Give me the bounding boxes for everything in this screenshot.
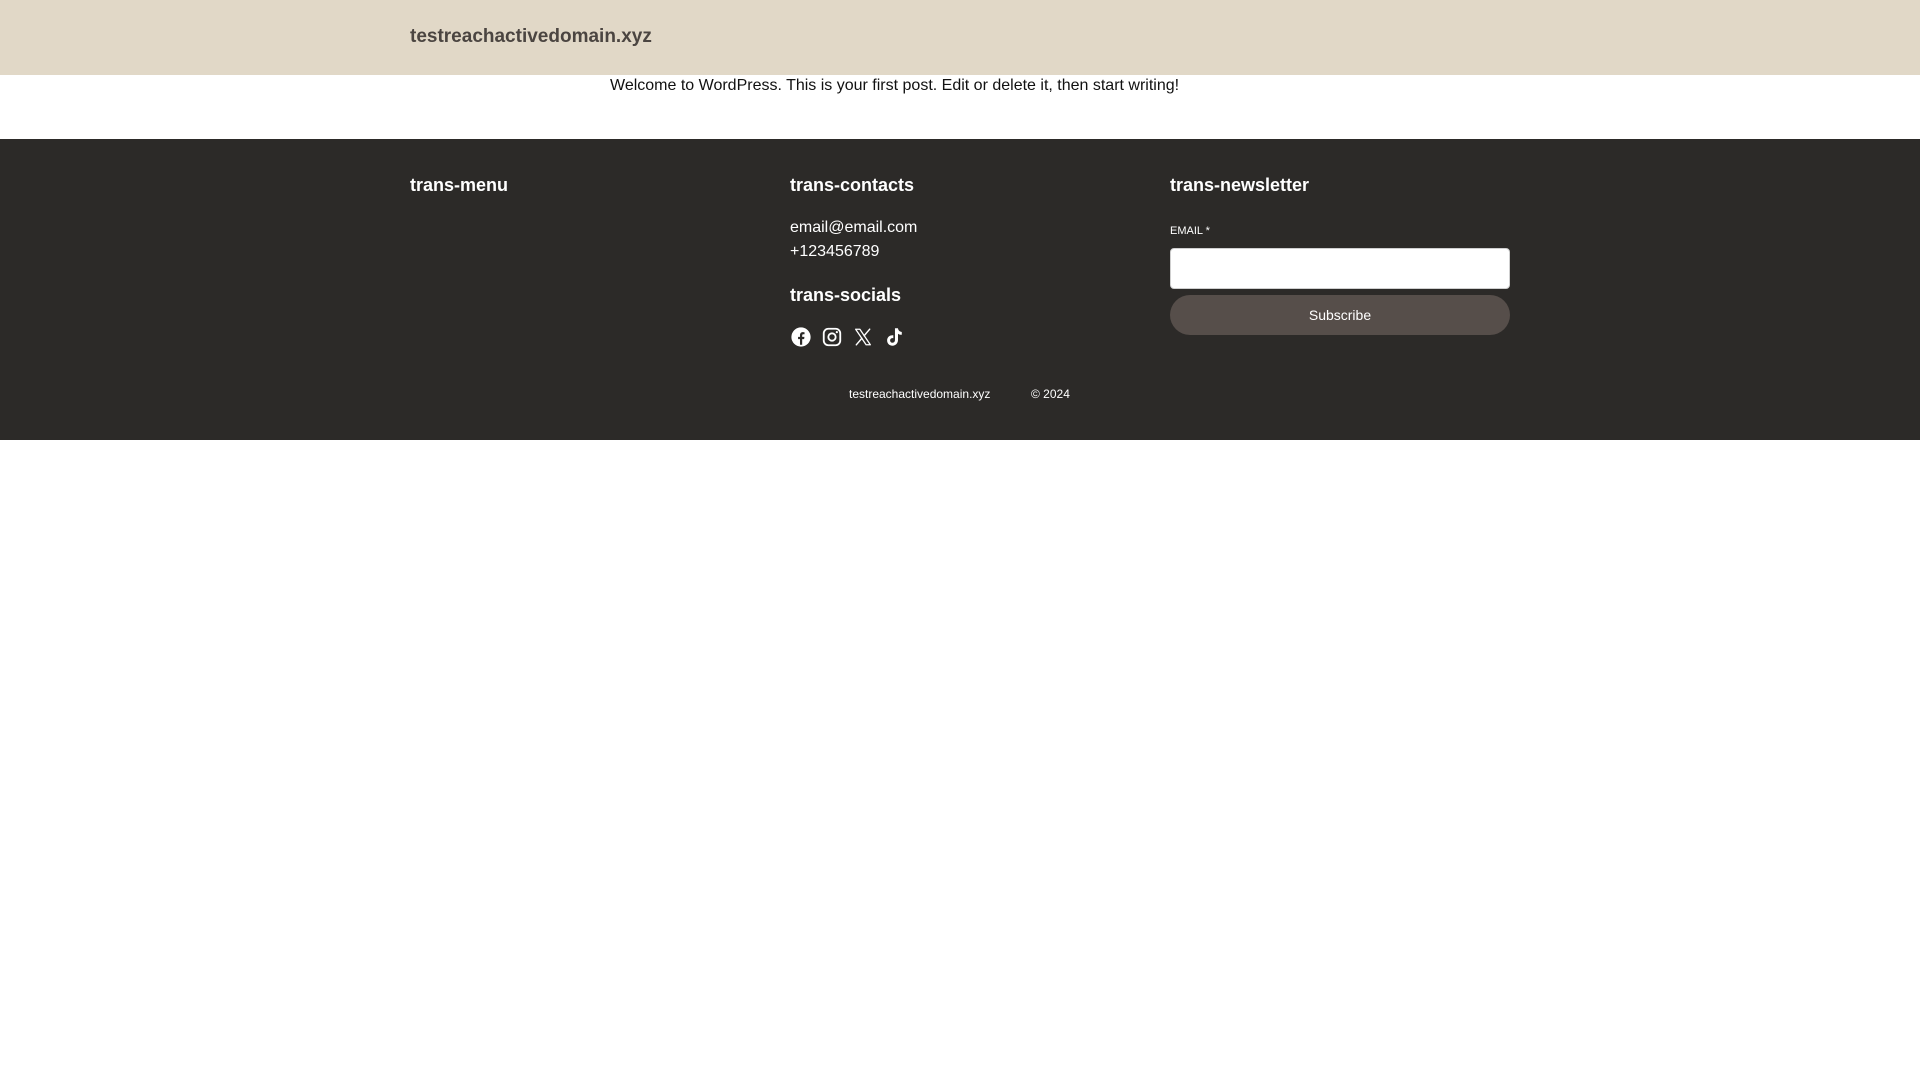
site-title-link[interactable]: testreachactivedomain.xyz bbox=[410, 26, 652, 48]
email-label: EMAIL * bbox=[1170, 225, 1210, 237]
x-icon[interactable] bbox=[852, 326, 874, 348]
copyright-text: © 2024 bbox=[1031, 387, 1070, 401]
footer-site-name[interactable]: testreachactivedomain.xyz bbox=[849, 387, 990, 401]
instagram-icon[interactable] bbox=[821, 326, 843, 348]
newsletter-heading: trans-newsletter bbox=[1170, 175, 1310, 195]
socials-heading: trans-socials bbox=[790, 285, 902, 305]
contacts-heading: trans-contacts bbox=[790, 175, 915, 195]
tiktok-icon[interactable] bbox=[883, 326, 905, 348]
email-field[interactable] bbox=[1170, 248, 1510, 289]
contact-email[interactable]: email@email.com bbox=[790, 219, 917, 237]
site-footer: trans-menu trans-contacts email@email.co… bbox=[0, 139, 1920, 440]
site-header: testreachactivedomain.xyz bbox=[0, 0, 1920, 75]
contact-phone[interactable]: +123456789 bbox=[790, 243, 879, 261]
social-links bbox=[790, 326, 905, 348]
main-content: Welcome to WordPress. This is your first… bbox=[0, 75, 1920, 139]
subscribe-button[interactable]: Subscribe bbox=[1170, 295, 1510, 335]
menu-heading: trans-menu bbox=[410, 175, 509, 195]
post-excerpt: Welcome to WordPress. This is your first… bbox=[610, 77, 1180, 94]
facebook-icon[interactable] bbox=[790, 326, 812, 348]
